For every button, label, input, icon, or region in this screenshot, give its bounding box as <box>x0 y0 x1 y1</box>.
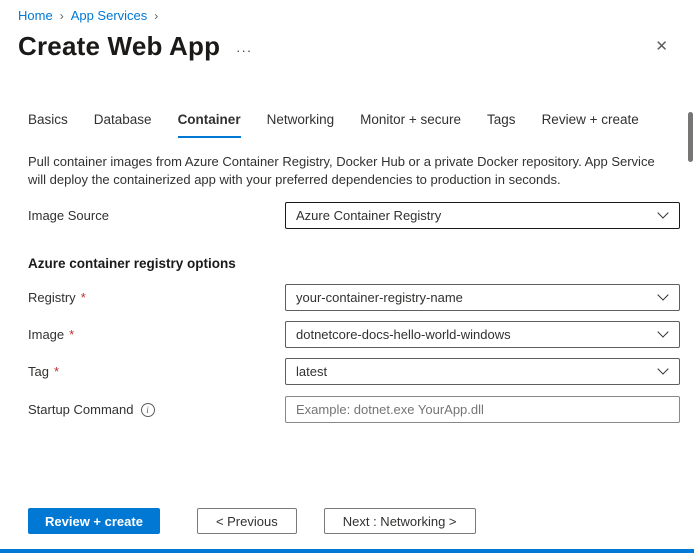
previous-button[interactable]: < Previous <box>197 508 297 534</box>
tag-row: Tag * latest <box>28 358 680 385</box>
breadcrumb: Home › App Services › <box>18 8 158 23</box>
footer-actions: Review + create < Previous Next : Networ… <box>28 508 476 534</box>
title-row: Create Web App ··· <box>18 31 252 62</box>
tag-label: Tag * <box>28 364 285 379</box>
chevron-down-icon <box>657 289 668 300</box>
registry-label: Registry * <box>28 290 285 305</box>
chevron-down-icon <box>657 207 668 218</box>
tab-bar: Basics Database Container Networking Mon… <box>28 112 639 138</box>
bottom-accent-bar <box>0 549 694 553</box>
required-marker: * <box>54 364 59 379</box>
required-marker: * <box>81 290 86 305</box>
chevron-down-icon <box>657 326 668 337</box>
breadcrumb-separator-icon: › <box>60 9 64 23</box>
image-source-value: Azure Container Registry <box>296 208 441 223</box>
registry-row: Registry * your-container-registry-name <box>28 284 680 311</box>
breadcrumb-link-home[interactable]: Home <box>18 8 53 23</box>
acr-options-section-title: Azure container registry options <box>28 256 236 271</box>
image-source-dropdown[interactable]: Azure Container Registry <box>285 202 680 229</box>
registry-dropdown[interactable]: your-container-registry-name <box>285 284 680 311</box>
image-source-label-text: Image Source <box>28 208 109 223</box>
image-row: Image * dotnetcore-docs-hello-world-wind… <box>28 321 680 348</box>
startup-command-input-wrap <box>285 396 680 423</box>
chevron-down-icon <box>657 363 668 374</box>
tab-database[interactable]: Database <box>94 112 152 138</box>
tab-basics[interactable]: Basics <box>28 112 68 138</box>
image-source-row: Image Source Azure Container Registry <box>28 202 680 229</box>
tab-review-create[interactable]: Review + create <box>542 112 639 138</box>
image-value: dotnetcore-docs-hello-world-windows <box>296 327 511 342</box>
image-dropdown[interactable]: dotnetcore-docs-hello-world-windows <box>285 321 680 348</box>
description-text: Pull container images from Azure Contain… <box>28 153 676 189</box>
vertical-scrollbar-thumb[interactable] <box>688 112 693 162</box>
image-label: Image * <box>28 327 285 342</box>
image-source-label: Image Source <box>28 208 285 223</box>
info-icon[interactable]: i <box>141 403 155 417</box>
more-options-icon[interactable]: ··· <box>236 43 252 58</box>
breadcrumb-link-app-services[interactable]: App Services <box>71 8 148 23</box>
startup-command-input[interactable] <box>286 397 679 422</box>
startup-command-label-text: Startup Command <box>28 402 134 417</box>
image-label-text: Image <box>28 327 64 342</box>
review-create-button[interactable]: Review + create <box>28 508 160 534</box>
breadcrumb-separator-icon: › <box>154 9 158 23</box>
tab-monitor-secure[interactable]: Monitor + secure <box>360 112 461 138</box>
close-icon[interactable]: ✕ <box>655 39 668 54</box>
tag-dropdown[interactable]: latest <box>285 358 680 385</box>
registry-label-text: Registry <box>28 290 76 305</box>
tab-container[interactable]: Container <box>178 112 241 138</box>
required-marker: * <box>69 327 74 342</box>
startup-command-row: Startup Command i <box>28 396 680 423</box>
tag-label-text: Tag <box>28 364 49 379</box>
tab-tags[interactable]: Tags <box>487 112 516 138</box>
tab-networking[interactable]: Networking <box>267 112 335 138</box>
registry-value: your-container-registry-name <box>296 290 463 305</box>
tag-value: latest <box>296 364 327 379</box>
next-networking-button[interactable]: Next : Networking > <box>324 508 476 534</box>
startup-command-label: Startup Command i <box>28 402 285 417</box>
page-title: Create Web App <box>18 31 220 62</box>
create-web-app-page: Home › App Services › Create Web App ···… <box>0 0 694 553</box>
